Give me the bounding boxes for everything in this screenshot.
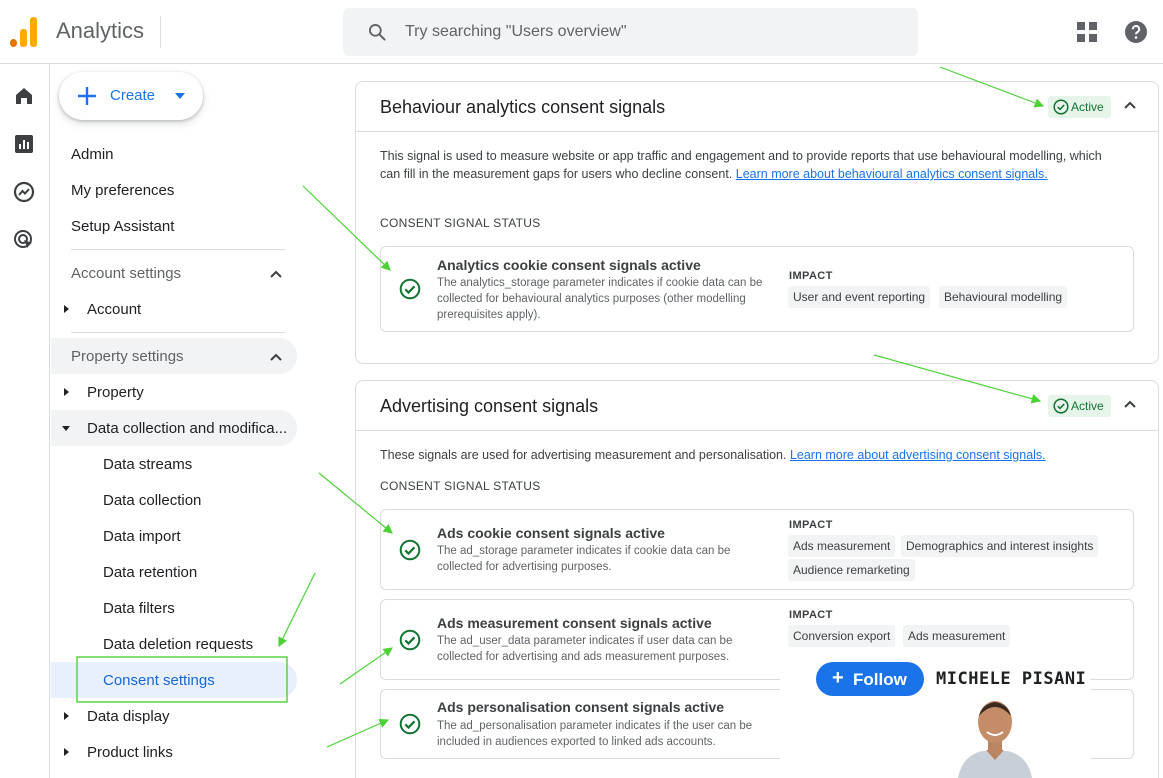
follow-button[interactable]: + Follow xyxy=(816,662,924,696)
consent-signal-status-label: CONSENT SIGNAL STATUS xyxy=(380,479,541,493)
search-bar[interactable] xyxy=(343,8,918,56)
apps-grid-icon[interactable] xyxy=(1076,21,1098,43)
signal-description: The analytics_storage parameter indicate… xyxy=(437,277,763,321)
learn-more-behavioural-link[interactable]: Learn more about behavioural analytics c… xyxy=(736,167,1048,181)
check-circle-icon xyxy=(1053,99,1069,115)
sidebar-item-data-collection-modification[interactable]: Data collection and modifica... xyxy=(87,420,287,437)
card-header-divider xyxy=(356,430,1158,431)
home-icon[interactable] xyxy=(12,84,36,108)
impact-chip: Ads measurement xyxy=(788,535,896,557)
collapse-arrow-icon[interactable] xyxy=(62,426,70,431)
sidebar-item-account[interactable]: Account xyxy=(87,301,141,318)
advertising-description: These signals are used for advertising m… xyxy=(380,448,1046,462)
sidebar-item-setup-assistant[interactable]: Setup Assistant xyxy=(71,218,174,235)
chevron-up-icon[interactable] xyxy=(269,350,283,364)
impact-chip: Demographics and interest insights xyxy=(901,535,1099,557)
chevron-up-icon[interactable] xyxy=(1122,396,1138,412)
plus-icon xyxy=(78,87,96,105)
signal-description: The ad_user_data parameter indicates if … xyxy=(437,635,733,663)
check-circle-icon xyxy=(399,278,421,300)
sidebar-item-data-display[interactable]: Data display xyxy=(87,708,170,725)
signal-title: Ads personalisation consent signals acti… xyxy=(437,699,725,715)
sidebar-item-data-retention[interactable]: Data retention xyxy=(103,564,197,581)
sidebar-item-data-deletion-requests[interactable]: Data deletion requests xyxy=(103,636,253,653)
chevron-up-icon[interactable] xyxy=(1122,97,1138,113)
create-button[interactable]: Create xyxy=(59,72,203,120)
author-avatar xyxy=(958,701,1032,778)
sidebar-item-my-preferences[interactable]: My preferences xyxy=(71,182,174,199)
signal-description: The ad_personalisation parameter indicat… xyxy=(437,720,753,748)
reports-icon[interactable] xyxy=(12,132,36,156)
learn-more-advertising-link[interactable]: Learn more about advertising consent sig… xyxy=(790,448,1046,462)
ads-cookie-signal: Ads cookie consent signals active The ad… xyxy=(380,509,1134,590)
sidebar-divider xyxy=(71,332,285,333)
sidebar-item-property[interactable]: Property xyxy=(87,384,144,401)
explore-icon[interactable] xyxy=(12,180,36,204)
title-divider xyxy=(160,16,161,48)
app-title: Analytics xyxy=(56,18,145,43)
caret-down-icon xyxy=(175,93,185,99)
impact-chip: Audience remarketing xyxy=(788,559,915,581)
admin-sidebar: Create Admin My preferences Setup Assist… xyxy=(51,64,351,778)
impact-chip: Behavioural modelling xyxy=(939,286,1068,308)
sidebar-item-data-import[interactable]: Data import xyxy=(103,528,181,545)
top-app-bar: Analytics xyxy=(0,0,1163,64)
impact-label: IMPACT xyxy=(789,270,833,282)
sidebar-item-consent-settings[interactable]: Consent settings xyxy=(103,672,215,689)
author-name: MICHELE PISANI xyxy=(936,669,1087,689)
search-icon xyxy=(369,24,386,41)
check-circle-icon xyxy=(399,713,421,735)
signal-title: Ads cookie consent signals active xyxy=(437,525,665,541)
search-input[interactable] xyxy=(405,18,885,46)
impact-chip: Ads measurement xyxy=(903,625,1011,647)
analytics-cookie-signal: Analytics cookie consent signals active … xyxy=(380,246,1134,332)
signal-title: Ads measurement consent signals active xyxy=(437,615,712,631)
check-circle-icon xyxy=(399,629,421,651)
chevron-up-icon[interactable] xyxy=(269,267,283,281)
signal-title: Analytics cookie consent signals active xyxy=(437,257,701,273)
consent-signal-status-label: CONSENT SIGNAL STATUS xyxy=(380,216,541,230)
sidebar-item-data-filters[interactable]: Data filters xyxy=(103,600,175,617)
expand-arrow-icon[interactable] xyxy=(64,305,69,313)
navigation-rail xyxy=(0,64,50,778)
create-label: Create xyxy=(110,87,156,104)
sidebar-item-product-links[interactable]: Product links xyxy=(87,744,173,761)
check-circle-icon xyxy=(1053,398,1069,414)
check-circle-icon xyxy=(399,539,421,561)
analytics-logo-icon[interactable] xyxy=(10,17,38,47)
behaviour-description: This signal is used to measure website o… xyxy=(380,149,1102,181)
status-badge: Active xyxy=(1048,96,1111,118)
sidebar-item-data-collection[interactable]: Data collection xyxy=(103,492,201,509)
sidebar-section-property-settings[interactable]: Property settings xyxy=(71,348,184,365)
advertising-card-title: Advertising consent signals xyxy=(380,396,599,416)
expand-arrow-icon[interactable] xyxy=(64,712,69,720)
signal-description: The ad_storage parameter indicates if co… xyxy=(437,545,731,573)
impact-label: IMPACT xyxy=(789,519,833,531)
sidebar-section-account-settings[interactable]: Account settings xyxy=(71,265,181,282)
behaviour-card-title: Behaviour analytics consent signals xyxy=(380,97,666,117)
advertising-icon[interactable] xyxy=(12,228,36,252)
status-badge: Active xyxy=(1048,395,1111,417)
impact-chip: User and event reporting xyxy=(788,286,931,308)
plus-icon: + xyxy=(832,667,844,689)
help-icon[interactable] xyxy=(1124,20,1148,44)
impact-label: IMPACT xyxy=(789,609,833,621)
sidebar-divider xyxy=(71,249,285,250)
sidebar-item-admin[interactable]: Admin xyxy=(71,146,114,163)
expand-arrow-icon[interactable] xyxy=(64,388,69,396)
behaviour-consent-card: Behaviour analytics consent signals Acti… xyxy=(355,81,1159,364)
card-header-divider xyxy=(356,131,1158,132)
expand-arrow-icon[interactable] xyxy=(64,748,69,756)
sidebar-item-data-streams[interactable]: Data streams xyxy=(103,456,192,473)
impact-chip: Conversion export xyxy=(788,625,896,647)
